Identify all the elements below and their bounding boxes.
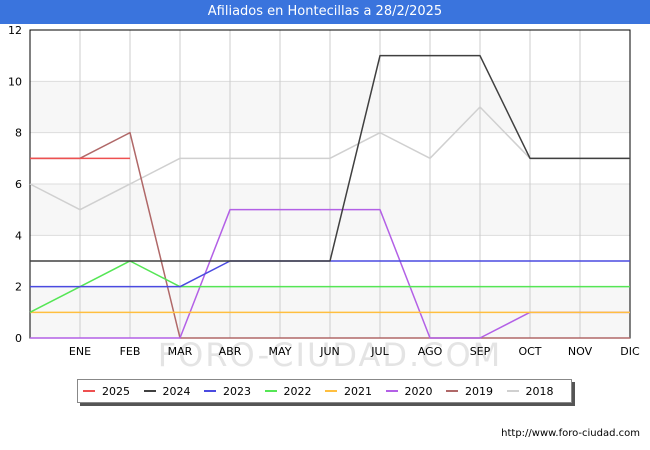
legend-swatch xyxy=(143,390,156,392)
legend-item-2022: 2022 xyxy=(264,380,312,402)
legend-label: 2019 xyxy=(465,384,493,398)
legend-item-2018: 2018 xyxy=(506,380,554,402)
legend-item-2019: 2019 xyxy=(446,380,493,402)
x-tick-label: ENE xyxy=(69,345,91,358)
legend-label: 2024 xyxy=(162,384,191,398)
x-tick-label: OCT xyxy=(518,345,541,358)
x-tick-label: AGO xyxy=(418,345,443,358)
legend-swatch xyxy=(446,390,458,392)
y-tick-label: 8 xyxy=(15,127,22,140)
legend-item-2020: 2020 xyxy=(385,380,433,402)
legend-label: 2025 xyxy=(102,384,130,398)
legend-label: 2020 xyxy=(404,384,433,398)
x-tick-label: NOV xyxy=(568,345,593,358)
legend-label: 2021 xyxy=(344,384,372,398)
legend-item-2025: 2025 xyxy=(83,380,130,402)
y-tick-label: 2 xyxy=(15,281,22,294)
legend-label: 2022 xyxy=(283,384,312,398)
legend-item-2021: 2021 xyxy=(325,380,372,402)
legend-swatch xyxy=(385,390,398,392)
x-tick-label: MAR xyxy=(168,345,193,358)
y-tick-label: 0 xyxy=(15,332,22,345)
x-tick-label: SEP xyxy=(470,345,491,358)
legend-swatch xyxy=(204,390,216,392)
legend-swatch xyxy=(264,390,277,392)
x-tick-label: DIC xyxy=(620,345,640,358)
legend-item-2024: 2024 xyxy=(143,380,191,402)
legend-swatch xyxy=(83,390,95,392)
legend-label: 2023 xyxy=(223,384,251,398)
x-tick-label: JUN xyxy=(319,345,340,358)
y-tick-label: 10 xyxy=(8,75,22,88)
x-tick-label: JUL xyxy=(370,345,389,358)
x-tick-label: MAY xyxy=(269,345,292,358)
legend-label: 2018 xyxy=(525,384,554,398)
legend-swatch xyxy=(506,390,519,392)
footer-url: http://www.foro-ciudad.com xyxy=(501,428,640,439)
legend-swatch xyxy=(325,390,337,392)
y-tick-label: 4 xyxy=(15,229,22,242)
x-tick-label: FEB xyxy=(120,345,141,358)
y-tick-label: 12 xyxy=(8,24,22,37)
x-tick-label: ABR xyxy=(219,345,242,358)
legend-item-2023: 2023 xyxy=(204,380,251,402)
y-tick-label: 6 xyxy=(15,178,22,191)
legend: 2025 2024 2023 2022 2021 2020 2019 2018 xyxy=(77,379,572,403)
